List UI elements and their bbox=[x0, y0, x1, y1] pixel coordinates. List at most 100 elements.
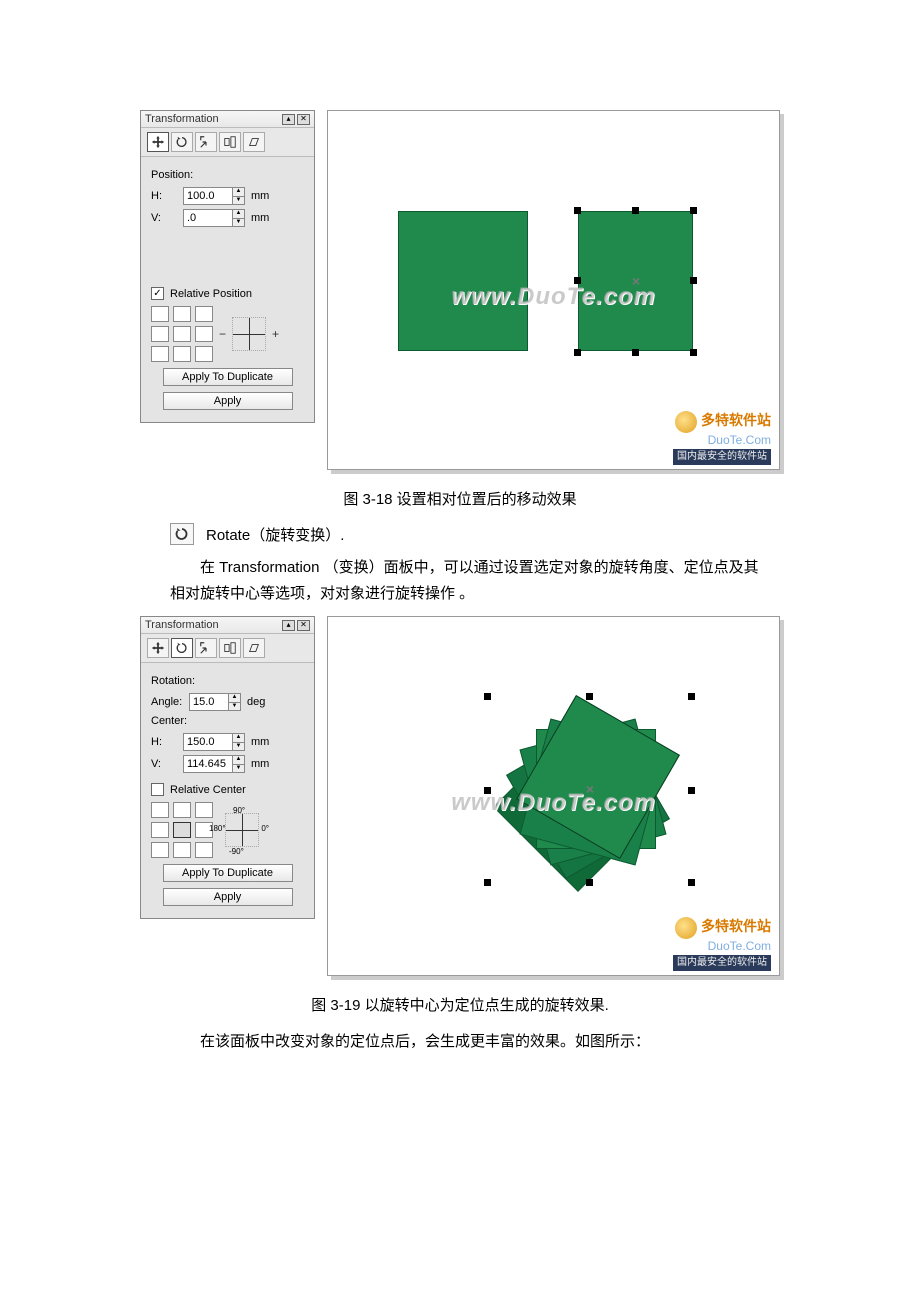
stepper-down-icon[interactable]: ▼ bbox=[233, 219, 244, 227]
stepper-up-icon[interactable]: ▲ bbox=[229, 694, 240, 703]
angle-label: Angle: bbox=[151, 696, 185, 708]
handle-mr[interactable] bbox=[690, 277, 697, 284]
close-icon[interactable]: ✕ bbox=[297, 620, 310, 631]
anchor-bc[interactable] bbox=[173, 842, 191, 858]
relative-position-row[interactable]: ✓ Relative Position bbox=[151, 287, 304, 300]
anchor-ml[interactable] bbox=[151, 822, 169, 838]
anchor-grid[interactable] bbox=[151, 802, 213, 858]
brand-cn: 多特软件站 bbox=[701, 918, 771, 934]
handle-mr[interactable] bbox=[688, 787, 695, 794]
scale-tool-icon[interactable] bbox=[195, 132, 217, 152]
stepper-up-icon[interactable]: ▲ bbox=[233, 756, 244, 765]
size-tool-icon[interactable] bbox=[219, 132, 241, 152]
anchor-tl[interactable] bbox=[151, 306, 169, 322]
v-spinner[interactable]: ▲▼ bbox=[183, 209, 245, 227]
skew-tool-icon[interactable] bbox=[243, 638, 265, 658]
anchor-tc[interactable] bbox=[173, 802, 191, 818]
scale-tool-icon[interactable] bbox=[195, 638, 217, 658]
v-input[interactable] bbox=[183, 209, 233, 227]
apply-button[interactable]: Apply bbox=[163, 392, 293, 410]
transform-toolbar bbox=[141, 634, 314, 663]
h-spinner[interactable]: ▲▼ bbox=[183, 187, 245, 205]
collapse-icon[interactable]: ▴ bbox=[282, 114, 295, 125]
relative-center-label: Relative Center bbox=[170, 784, 246, 796]
skew-tool-icon[interactable] bbox=[243, 132, 265, 152]
brand-en: DuoTe.Com bbox=[673, 433, 771, 447]
angle-unit: deg bbox=[247, 696, 265, 708]
size-tool-icon[interactable] bbox=[219, 638, 241, 658]
anchor-bl[interactable] bbox=[151, 346, 169, 362]
center-h-spinner[interactable]: ▲▼ bbox=[183, 733, 245, 751]
stepper-down-icon[interactable]: ▼ bbox=[233, 197, 244, 205]
anchor-bl[interactable] bbox=[151, 842, 169, 858]
panel-title-text: Transformation bbox=[145, 113, 280, 125]
stepper-up-icon[interactable]: ▲ bbox=[233, 188, 244, 197]
stepper-up-icon[interactable]: ▲ bbox=[233, 734, 244, 743]
handle-bl[interactable] bbox=[574, 349, 581, 356]
handle-tr[interactable] bbox=[688, 693, 695, 700]
stepper-up-icon[interactable]: ▲ bbox=[233, 210, 244, 219]
apply-to-duplicate-button[interactable]: Apply To Duplicate bbox=[163, 864, 293, 882]
h-input[interactable] bbox=[183, 187, 233, 205]
handle-bl[interactable] bbox=[484, 879, 491, 886]
anchor-tr[interactable] bbox=[195, 802, 213, 818]
anchor-ml[interactable] bbox=[151, 326, 169, 342]
stepper-down-icon[interactable]: ▼ bbox=[233, 765, 244, 773]
angle-spinner[interactable]: ▲▼ bbox=[189, 693, 241, 711]
center-v-label: V: bbox=[151, 758, 179, 770]
transform-toolbar bbox=[141, 128, 314, 157]
center-h-unit: mm bbox=[251, 736, 269, 748]
center-h-label: H: bbox=[151, 736, 179, 748]
anchor-mc[interactable] bbox=[173, 822, 191, 838]
relative-center-row[interactable]: Relative Center bbox=[151, 783, 304, 796]
v-row: V: ▲▼ mm bbox=[151, 209, 304, 227]
anchor-grid[interactable] bbox=[151, 306, 213, 362]
h-row: H: ▲▼ mm bbox=[151, 187, 304, 205]
anchor-tc[interactable] bbox=[173, 306, 191, 322]
handle-ml[interactable] bbox=[574, 277, 581, 284]
center-v-spinner[interactable]: ▲▼ bbox=[183, 755, 245, 773]
relative-center-checkbox[interactable] bbox=[151, 783, 164, 796]
position-section-label: Position: bbox=[151, 169, 304, 181]
handle-tl[interactable] bbox=[574, 207, 581, 214]
axes-diagram-icon bbox=[232, 317, 266, 351]
caption-3-19: 图 3-19 以旋转中心为定位点生成的旋转效果. bbox=[140, 994, 780, 1015]
handle-tl[interactable] bbox=[484, 693, 491, 700]
handle-br[interactable] bbox=[688, 879, 695, 886]
canvas-preview-rotation: × www.DuoTe.com 多特软件站 DuoTe.Com 国内最安全的软件… bbox=[327, 616, 780, 976]
anchor-bc[interactable] bbox=[173, 346, 191, 362]
rotate-tool-icon[interactable] bbox=[171, 132, 193, 152]
handle-bc[interactable] bbox=[632, 349, 639, 356]
rotate-paragraph-2: 在该面板中改变对象的定位点后，会生成更丰富的效果。如图所示： bbox=[170, 1029, 770, 1055]
handle-br[interactable] bbox=[690, 349, 697, 356]
position-tool-icon[interactable] bbox=[147, 132, 169, 152]
panel-titlebar: Transformation ▴ ✕ bbox=[141, 617, 314, 634]
handle-tc[interactable] bbox=[586, 693, 593, 700]
collapse-icon[interactable]: ▴ bbox=[282, 620, 295, 631]
center-h-input[interactable] bbox=[183, 733, 233, 751]
relative-position-checkbox[interactable]: ✓ bbox=[151, 287, 164, 300]
handle-tc[interactable] bbox=[632, 207, 639, 214]
rotate-tool-icon[interactable] bbox=[171, 638, 193, 658]
close-icon[interactable]: ✕ bbox=[297, 114, 310, 125]
handle-tr[interactable] bbox=[690, 207, 697, 214]
anchor-tr[interactable] bbox=[195, 306, 213, 322]
handle-bc[interactable] bbox=[586, 879, 593, 886]
apply-button[interactable]: Apply bbox=[163, 888, 293, 906]
v-label: V: bbox=[151, 212, 179, 224]
rotation-section-label: Rotation: bbox=[151, 675, 304, 687]
anchor-mc[interactable] bbox=[173, 326, 191, 342]
anchor-tl[interactable] bbox=[151, 802, 169, 818]
center-v-input[interactable] bbox=[183, 755, 233, 773]
stepper-down-icon[interactable]: ▼ bbox=[233, 743, 244, 751]
apply-to-duplicate-button[interactable]: Apply To Duplicate bbox=[163, 368, 293, 386]
position-tool-icon[interactable] bbox=[147, 638, 169, 658]
angle-input[interactable] bbox=[189, 693, 229, 711]
anchor-mr[interactable] bbox=[195, 326, 213, 342]
transformation-panel-position: Transformation ▴ ✕ Position: H: bbox=[140, 110, 315, 423]
anchor-br[interactable] bbox=[195, 346, 213, 362]
anchor-area: − + bbox=[151, 306, 304, 362]
anchor-br[interactable] bbox=[195, 842, 213, 858]
stepper-down-icon[interactable]: ▼ bbox=[229, 703, 240, 711]
handle-ml[interactable] bbox=[484, 787, 491, 794]
